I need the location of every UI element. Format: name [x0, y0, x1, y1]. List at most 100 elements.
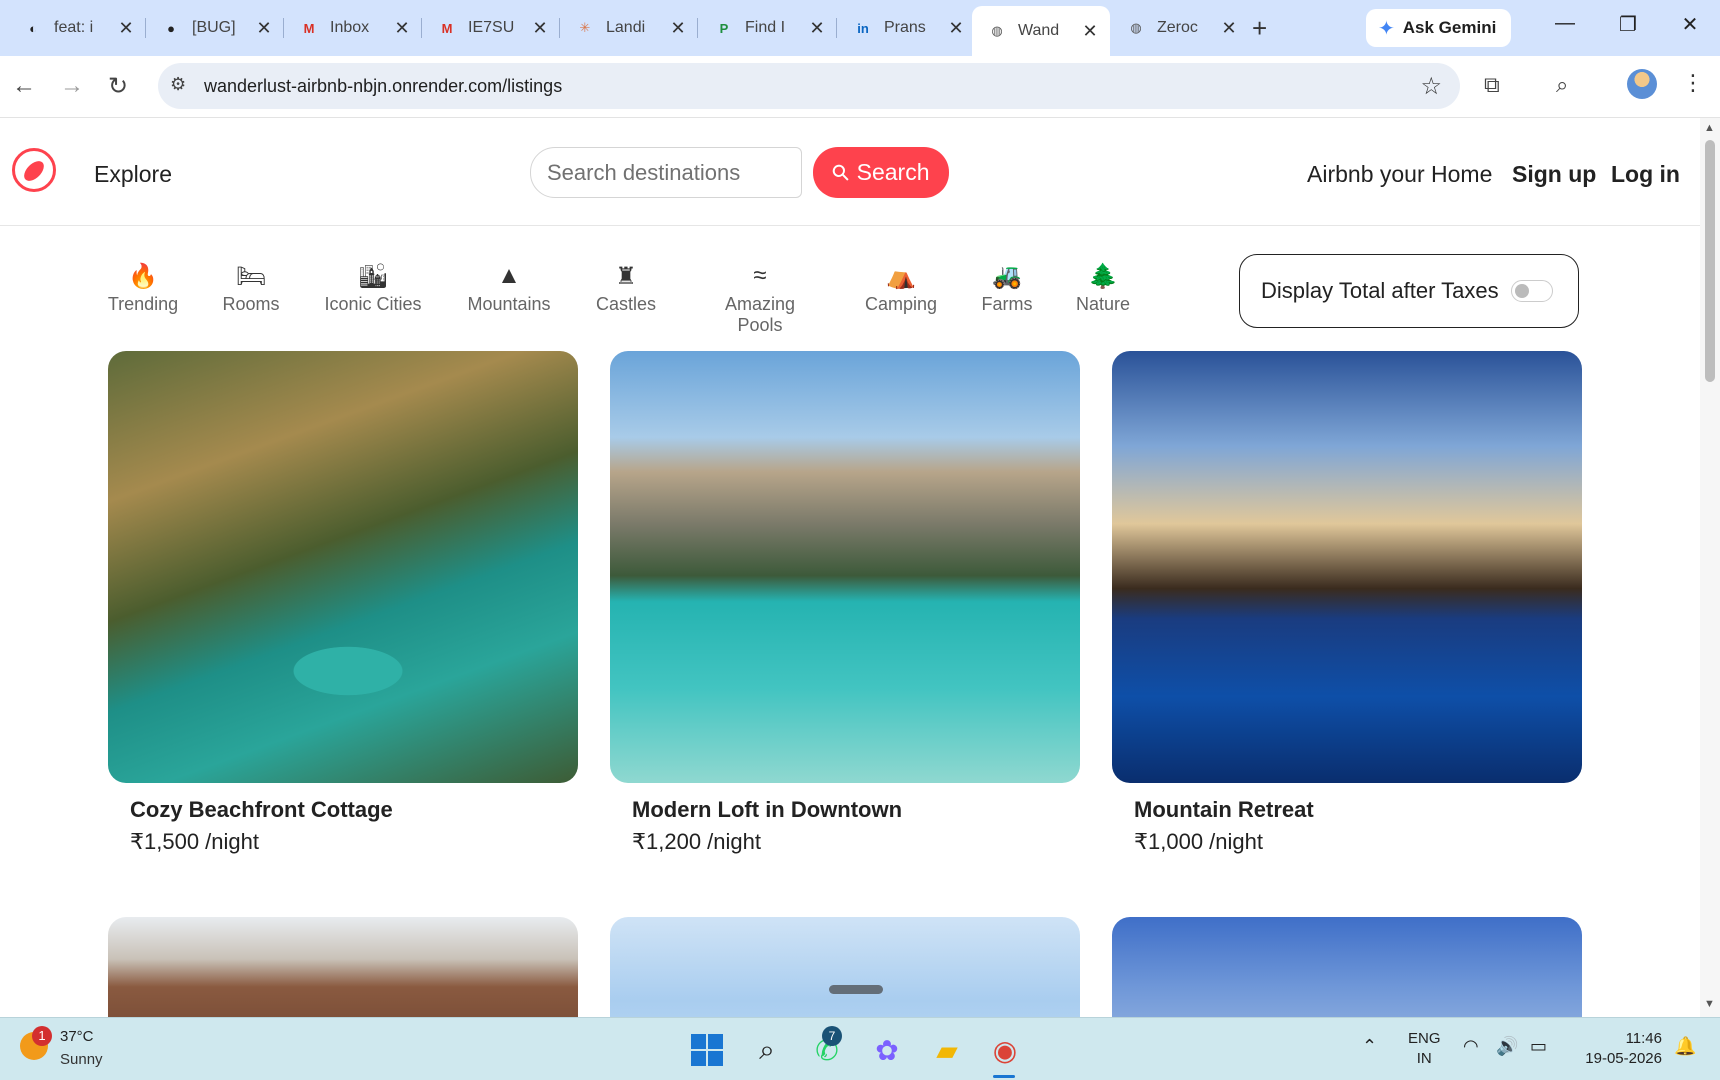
forward-arrow-icon[interactable]: → [60, 72, 84, 100]
airbnb-your-home-link[interactable]: Airbnb your Home [1307, 161, 1492, 188]
listing-card[interactable]: Cozy Beachfront Cottage ₹1,500 /night [108, 351, 578, 854]
tab-title: Prans [884, 19, 926, 36]
search-icon[interactable]: ⌕ [749, 1032, 785, 1068]
weather-temperature[interactable]: 37°C [60, 1028, 94, 1045]
language-indicator[interactable]: ENG IN [1408, 1029, 1441, 1069]
browser-tab[interactable]: ◐ feat: i ✕ [8, 8, 146, 48]
close-tab-icon[interactable]: ✕ [1219, 18, 1239, 39]
close-tab-icon[interactable]: ✕ [668, 18, 688, 39]
chevron-up-icon[interactable]: ⌃ [1362, 1036, 1377, 1057]
file-explorer-icon[interactable]: ▰ [929, 1032, 965, 1068]
listing-price: ₹1,000 /night [1134, 829, 1263, 854]
listing-title: Mountain Retreat [1134, 797, 1314, 822]
filter-camping[interactable]: ⛺ Camping [841, 262, 961, 315]
browser-tab[interactable]: ◍ Wand ✕ [972, 6, 1110, 56]
filter-iconic-cities[interactable]: 🏙 Iconic Cities [313, 262, 433, 315]
login-link[interactable]: Log in [1611, 161, 1680, 188]
chrome-menu-icon[interactable]: ⋮ [1682, 70, 1704, 96]
extensions-icon[interactable]: ⧉ [1484, 72, 1500, 98]
filter-mountains[interactable]: ▲ Mountains [449, 262, 569, 315]
close-tab-icon[interactable]: ✕ [392, 18, 412, 39]
close-tab-icon[interactable]: ✕ [946, 18, 966, 39]
linkedin-icon: in [857, 20, 869, 36]
cabin-roof-image[interactable] [108, 917, 578, 1017]
search-button[interactable]: ⚲ Search [813, 147, 949, 198]
signup-link[interactable]: Sign up [1512, 161, 1596, 188]
battery-icon[interactable]: ▭ [1530, 1036, 1547, 1057]
filter-label: Nature [1075, 294, 1131, 314]
close-tab-icon[interactable]: ✕ [530, 18, 550, 39]
restore-button[interactable]: ❐ [1608, 12, 1648, 37]
drag-handle[interactable] [829, 985, 883, 994]
tab-search-icon[interactable]: ⌕ [1556, 72, 1568, 98]
mountain-lake-image[interactable] [610, 351, 1080, 783]
browser-toolbar: ← → ↻ ⚙ wanderlust-airbnb-nbjn.onrender.… [0, 56, 1720, 118]
browser-tab[interactable]: ✳ Landi ✕ [560, 8, 698, 48]
back-arrow-icon[interactable]: ← [12, 72, 36, 100]
gmail-icon: M [303, 20, 315, 36]
browser-tab[interactable]: M IE7SU ✕ [422, 8, 560, 48]
filter-trending[interactable]: 🔥 Trending [83, 262, 203, 315]
weather-condition[interactable]: Sunny [60, 1051, 103, 1068]
system-clock[interactable]: 11:46 19-05-2026 [1578, 1029, 1662, 1069]
browser-tab[interactable]: ● [BUG] ✕ [146, 8, 284, 48]
wifi-icon[interactable]: ◠ [1463, 1036, 1479, 1057]
copilot-icon[interactable]: ✿ [869, 1032, 905, 1068]
browser-tab[interactable]: M Inbox ✕ [284, 8, 422, 48]
resort-pool-image[interactable] [1112, 351, 1582, 783]
scroll-down-icon[interactable]: ▼ [1704, 998, 1715, 1010]
browser-tab[interactable]: in Prans ✕ [838, 8, 976, 48]
tab-strip: ◐ feat: i ✕ ● [BUG] ✕ M Inbox ✕ M IE7SU ✕ ✳ Landi ✕ P Fi… [0, 0, 1720, 56]
site-settings-icon[interactable]: ⚙ [170, 74, 186, 95]
listing-card[interactable] [610, 917, 1080, 1017]
listing-card[interactable]: Modern Loft in Downtown ₹1,200 /night [610, 351, 1080, 854]
close-window-button[interactable]: ✕ [1670, 12, 1710, 37]
pool-icon: ≈ [753, 262, 767, 289]
new-tab-button[interactable]: + [1252, 13, 1267, 44]
close-tab-icon[interactable]: ✕ [1080, 21, 1100, 42]
close-tab-icon[interactable]: ✕ [807, 18, 827, 39]
sky-image[interactable] [610, 917, 1080, 1017]
tax-toggle[interactable]: Display Total after Taxes [1239, 254, 1579, 328]
scroll-up-icon[interactable]: ▲ [1704, 122, 1715, 134]
listing-card[interactable] [108, 917, 578, 1017]
reload-icon[interactable]: ↻ [108, 72, 128, 101]
browser-tab[interactable]: ◍ Zeroc ✕ [1111, 8, 1249, 48]
notification-bell-icon[interactable]: 🔔 [1674, 1036, 1696, 1057]
browser-tab[interactable]: P Find I ✕ [699, 8, 837, 48]
compass-logo-icon[interactable] [12, 148, 56, 192]
palm-river-image[interactable] [108, 351, 578, 783]
clock-time: 11:46 [1625, 1030, 1662, 1047]
windows-start-icon[interactable] [689, 1032, 725, 1068]
scrollbar-thumb[interactable] [1705, 140, 1715, 382]
bookmark-star-icon[interactable]: ☆ [1420, 72, 1442, 101]
tab-title: [BUG] [192, 19, 236, 36]
filter-castles[interactable]: ♜ Castles [566, 262, 686, 315]
ask-gemini-label: Ask Gemini [1402, 18, 1497, 37]
profile-avatar[interactable] [1627, 69, 1657, 99]
filter-rooms[interactable]: 🛏 Rooms [191, 262, 311, 315]
ask-gemini-button[interactable]: ✦ Ask Gemini [1366, 9, 1511, 47]
listing-card[interactable]: Mountain Retreat ₹1,000 /night [1112, 351, 1582, 854]
address-bar[interactable]: ⚙ wanderlust-airbnb-nbjn.onrender.com/li… [158, 63, 1460, 109]
chrome-icon[interactable]: ◉ [987, 1032, 1023, 1068]
filter-amazing-pools[interactable]: ≈ Amazing Pools [700, 262, 820, 336]
close-tab-icon[interactable]: ✕ [254, 18, 274, 39]
explore-link[interactable]: Explore [94, 161, 172, 188]
tree-icon: 🌲 [1088, 263, 1118, 290]
tax-switch[interactable] [1510, 280, 1553, 302]
page-scrollbar[interactable]: ▲ ▼ [1700, 118, 1720, 1018]
minimize-button[interactable]: — [1545, 12, 1585, 35]
campground-icon: ⛺ [886, 263, 916, 290]
filter-nature[interactable]: 🌲 Nature [1043, 262, 1163, 315]
clock-date: 19-05-2026 [1585, 1050, 1662, 1067]
gemini-sparkle-icon: ✦ [1378, 17, 1395, 40]
volume-icon[interactable]: 🔊 [1496, 1036, 1518, 1057]
listing-card[interactable] [1112, 917, 1582, 1017]
url-text[interactable]: wanderlust-airbnb-nbjn.onrender.com/list… [204, 76, 562, 97]
close-tab-icon[interactable]: ✕ [116, 18, 136, 39]
search-input[interactable] [530, 147, 802, 198]
beach-palm-image[interactable] [1112, 917, 1582, 1017]
search-button-label: Search [856, 159, 930, 185]
listing-title: Modern Loft in Downtown [632, 797, 903, 822]
